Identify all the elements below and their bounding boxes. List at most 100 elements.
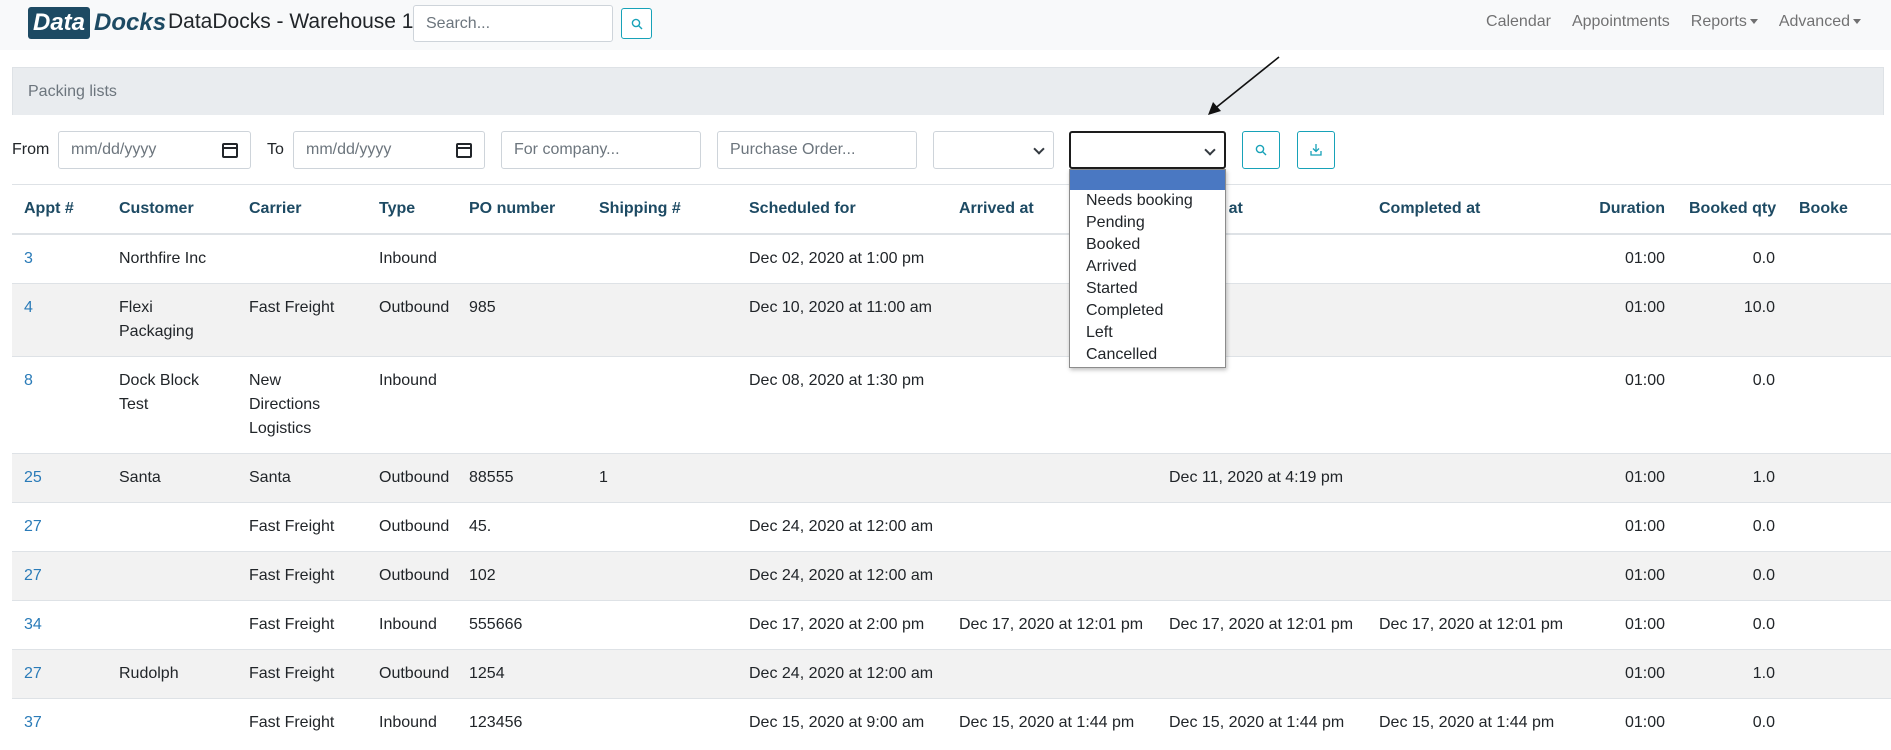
- status-option[interactable]: Left: [1070, 322, 1225, 344]
- download-button[interactable]: [1297, 131, 1335, 169]
- started-cell: Dec 17, 2020 at 12:01 pm: [1157, 599, 1367, 649]
- status-option[interactable]: Needs booking: [1070, 190, 1225, 212]
- customer-cell: Northfire Inc: [107, 233, 237, 283]
- nav-advanced-dropdown[interactable]: Advanced: [1779, 13, 1861, 31]
- col-type[interactable]: Type: [367, 185, 457, 235]
- booked-cell: [1787, 648, 1891, 698]
- status-option[interactable]: Booked: [1070, 234, 1225, 256]
- col-shipping[interactable]: Shipping #: [587, 185, 737, 235]
- customer-cell: Rudolph: [107, 648, 237, 698]
- arrived-cell: [947, 501, 1157, 551]
- table-header-row: Appt # Customer Carrier Type PO number S…: [12, 185, 1891, 235]
- annotation-arrow-icon: [1208, 56, 1280, 115]
- arrived-cell: [947, 550, 1157, 600]
- customer-cell: Flexi Packaging: [107, 282, 237, 356]
- filter-search-button[interactable]: [1242, 131, 1280, 169]
- customer-cell: [107, 599, 237, 649]
- purchase-order-input[interactable]: Purchase Order...: [717, 131, 917, 169]
- col-carrier[interactable]: Carrier: [237, 185, 367, 235]
- to-label: To: [267, 141, 284, 158]
- table-row: 25 Santa Santa Outbound 88555 1 Dec 11, 2020 a…: [12, 452, 1891, 502]
- nav-calendar[interactable]: Calendar: [1486, 13, 1551, 31]
- scheduled-cell: Dec 02, 2020 at 1:00 pm: [737, 233, 947, 283]
- col-po-number[interactable]: PO number: [457, 185, 587, 235]
- customer-cell: [107, 550, 237, 600]
- datadocks-logo[interactable]: Data Docks: [28, 7, 166, 39]
- col-booked-qty[interactable]: Booked qty: [1677, 185, 1787, 235]
- booked-qty-cell: 1.0: [1677, 648, 1787, 698]
- nav-reports-dropdown[interactable]: Reports: [1691, 13, 1758, 31]
- status-option[interactable]: Completed: [1070, 300, 1225, 322]
- col-booked[interactable]: Booke: [1787, 185, 1891, 235]
- shipping-cell: [587, 355, 737, 453]
- appt-cell[interactable]: 27: [12, 648, 107, 698]
- col-appt[interactable]: Appt #: [12, 185, 107, 235]
- scheduled-cell: Dec 08, 2020 at 1:30 pm: [737, 355, 947, 453]
- po-number-cell: 88555: [457, 452, 587, 502]
- carrier-cell: [237, 233, 367, 283]
- search-input[interactable]: [413, 5, 613, 42]
- booked-qty-cell: 0.0: [1677, 233, 1787, 283]
- company-input[interactable]: For company...: [501, 131, 701, 169]
- status-select[interactable]: [1069, 131, 1226, 169]
- duration-cell: 01:00: [1577, 697, 1677, 747]
- table-row: 27 Fast Freight Outbound 45. Dec 24, 2020 at…: [12, 501, 1891, 551]
- customer-cell: Santa: [107, 452, 237, 502]
- appt-cell[interactable]: 37: [12, 697, 107, 747]
- search-button[interactable]: [621, 8, 652, 39]
- completed-cell: [1367, 648, 1577, 698]
- carrier-cell: Fast Freight: [237, 697, 367, 747]
- appt-cell[interactable]: 27: [12, 501, 107, 551]
- search-icon: [631, 18, 642, 29]
- to-date-input[interactable]: mm/dd/yyyy: [293, 131, 485, 169]
- appt-cell[interactable]: 34: [12, 599, 107, 649]
- type-select[interactable]: [933, 131, 1054, 169]
- table-row: 4 Flexi Packaging Fast Freight Outbound 985 D…: [12, 282, 1891, 356]
- booked-qty-cell: 0.0: [1677, 550, 1787, 600]
- status-option[interactable]: Pending: [1070, 212, 1225, 234]
- scheduled-cell: Dec 17, 2020 at 2:00 pm: [737, 599, 947, 649]
- booked-qty-cell: 0.0: [1677, 599, 1787, 649]
- shipping-cell: [587, 697, 737, 747]
- type-cell: Outbound: [367, 282, 457, 356]
- status-option[interactable]: Started: [1070, 278, 1225, 300]
- started-cell: [1157, 501, 1367, 551]
- table-row: 34 Fast Freight Inbound 555666 Dec 17, 2020 …: [12, 599, 1891, 649]
- booked-cell: [1787, 452, 1891, 502]
- duration-cell: 01:00: [1577, 599, 1677, 649]
- card-header: Packing lists: [12, 67, 1884, 115]
- chevron-down-icon: [1033, 143, 1045, 155]
- col-customer[interactable]: Customer: [107, 185, 237, 235]
- appt-cell[interactable]: 3: [12, 233, 107, 283]
- po-number-cell: 102: [457, 550, 587, 600]
- calendar-icon[interactable]: [222, 143, 238, 158]
- appt-cell[interactable]: 25: [12, 452, 107, 502]
- to-date-placeholder: mm/dd/yyyy: [306, 141, 392, 158]
- nav-appointments[interactable]: Appointments: [1572, 13, 1670, 31]
- duration-cell: 01:00: [1577, 648, 1677, 698]
- nav-advanced-label: Advanced: [1778, 13, 1850, 30]
- col-completed-at[interactable]: Completed at: [1367, 185, 1577, 235]
- status-option[interactable]: [1070, 170, 1225, 190]
- status-option[interactable]: Arrived: [1070, 256, 1225, 278]
- customer-cell: [107, 697, 237, 747]
- status-option[interactable]: Cancelled: [1070, 344, 1225, 366]
- caret-down-icon: [1853, 19, 1861, 25]
- type-cell: Inbound: [367, 697, 457, 747]
- duration-cell: 01:00: [1577, 282, 1677, 356]
- col-scheduled-for[interactable]: Scheduled for: [737, 185, 947, 235]
- calendar-icon[interactable]: [456, 143, 472, 158]
- po-number-cell: [457, 233, 587, 283]
- company-placeholder: For company...: [514, 141, 620, 158]
- duration-cell: 01:00: [1577, 501, 1677, 551]
- appt-cell[interactable]: 8: [12, 355, 107, 453]
- from-date-input[interactable]: mm/dd/yyyy: [58, 131, 251, 169]
- completed-cell: [1367, 355, 1577, 453]
- shipping-cell: [587, 648, 737, 698]
- arrived-cell: [947, 355, 1157, 453]
- col-duration[interactable]: Duration: [1577, 185, 1677, 235]
- appt-cell[interactable]: 4: [12, 282, 107, 356]
- app-title: DataDocks - Warehouse 1: [168, 10, 414, 33]
- duration-cell: 01:00: [1577, 550, 1677, 600]
- appt-cell[interactable]: 27: [12, 550, 107, 600]
